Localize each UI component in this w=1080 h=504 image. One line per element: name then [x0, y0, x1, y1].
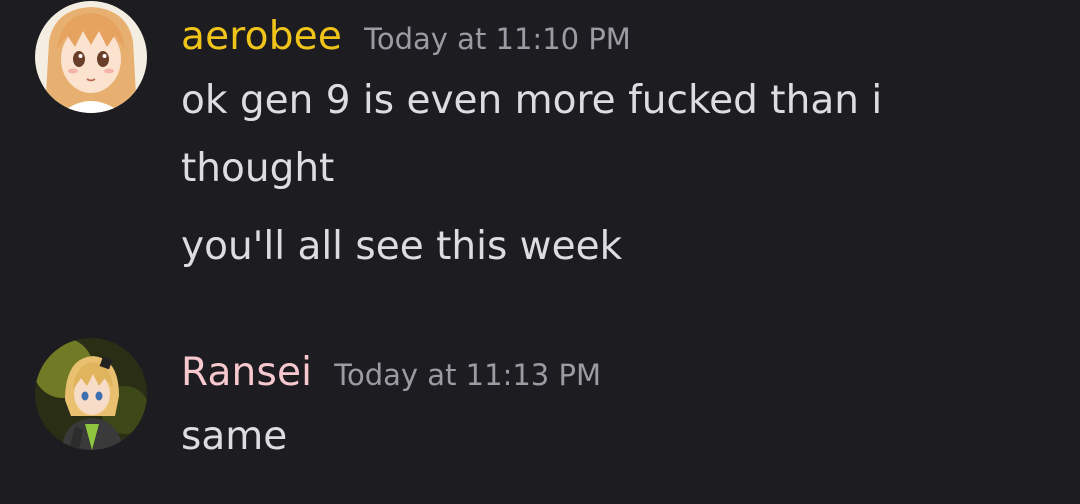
timestamp: Today at 11:13 PM [334, 358, 601, 392]
username[interactable]: aerobee [181, 14, 342, 59]
message-line: you'll all see this week [181, 224, 623, 269]
message-line: same [181, 414, 288, 459]
avatar-icon[interactable] [35, 338, 147, 450]
message-ransei: Ransei Today at 11:13 PM same [0, 300, 1080, 504]
avatar-icon[interactable] [35, 1, 147, 113]
username[interactable]: Ransei [181, 350, 312, 395]
message-line: ok gen 9 is even more fucked than i [181, 78, 883, 123]
timestamp: Today at 11:10 PM [364, 22, 631, 56]
message-header: Ransei Today at 11:13 PM [181, 350, 601, 395]
message-line: thought [181, 146, 335, 191]
message-aerobee: aerobee Today at 11:10 PM ok gen 9 is eve… [0, 0, 1080, 300]
message-header: aerobee Today at 11:10 PM [181, 14, 631, 59]
